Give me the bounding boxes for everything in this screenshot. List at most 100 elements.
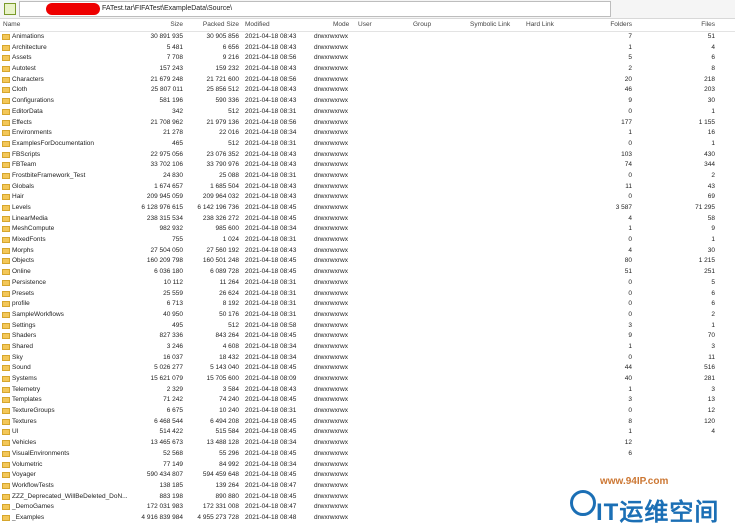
table-row[interactable]: Cloth 25 807 011 25 856 512 2021-04-18 08:4… bbox=[0, 85, 735, 96]
table-row[interactable]: Levels 6 128 976 615 6 142 196 736 2021-04-… bbox=[0, 203, 735, 214]
mode-cell: drwxrwxrwx bbox=[314, 513, 348, 521]
packed-size-cell: 6 494 208 bbox=[210, 417, 239, 425]
table-row[interactable]: Environments 21 278 22 016 2021-04-18 08:34… bbox=[0, 128, 735, 139]
table-row[interactable]: Assets 7 708 9 216 2021-04-18 08:56 drwxrwxr… bbox=[0, 53, 735, 64]
col-name[interactable]: Name bbox=[3, 21, 20, 28]
files-cell: 58 bbox=[707, 214, 715, 222]
table-row[interactable]: Globals 1 674 657 1 685 504 2021-04-18 08:4… bbox=[0, 182, 735, 193]
size-cell: 172 031 983 bbox=[146, 503, 183, 511]
table-row[interactable]: Shared 3 246 4 608 2021-04-18 08:34 drwxrwxr… bbox=[0, 342, 735, 353]
name-cell: Online bbox=[12, 268, 31, 276]
table-row[interactable]: LinearMedia 238 315 534 238 326 272 2021-04… bbox=[0, 214, 735, 225]
table-row[interactable]: UI 514 422 515 584 2021-04-18 08:45 drwxrwxr… bbox=[0, 427, 735, 438]
name-cell: Objects bbox=[12, 257, 35, 265]
size-cell: 755 bbox=[172, 236, 183, 244]
packed-size-cell: 5 143 040 bbox=[210, 364, 239, 372]
size-cell: 5 481 bbox=[166, 43, 183, 51]
table-row[interactable]: Persistence 10 112 11 264 2021-04-18 08:31 d… bbox=[0, 278, 735, 289]
name-cell: Animations bbox=[12, 33, 45, 40]
table-row[interactable]: Telemetry 2 329 3 584 2021-04-18 08:43 drwxr… bbox=[0, 385, 735, 396]
name-cell: WorkflowTests bbox=[12, 481, 54, 489]
name-cell: Architecture bbox=[12, 43, 47, 51]
col-size[interactable]: Size bbox=[170, 21, 183, 28]
mode-cell: drwxrwxrwx bbox=[314, 353, 348, 361]
size-cell: 883 198 bbox=[159, 492, 184, 500]
table-row[interactable]: MeshCompute 982 932 985 600 2021-04-18 08:3… bbox=[0, 224, 735, 235]
table-row[interactable]: Effects 21 708 962 21 979 136 2021-04-18 08… bbox=[0, 118, 735, 129]
table-row[interactable]: Hair 209 945 059 209 964 032 2021-04-18 08:… bbox=[0, 192, 735, 203]
size-cell: 30 891 935 bbox=[150, 33, 183, 40]
col-symbolic-link[interactable]: Symbolic Link bbox=[470, 21, 510, 28]
mode-cell: drwxrwxrwx bbox=[314, 236, 348, 244]
folder-icon bbox=[2, 87, 10, 94]
table-row[interactable]: Morphs 27 504 050 27 560 192 2021-04-18 08:… bbox=[0, 246, 735, 257]
col-files[interactable]: Files bbox=[701, 21, 715, 28]
col-modified[interactable]: Modified bbox=[245, 21, 270, 28]
modified-cell: 2021-04-18 08:45 bbox=[245, 268, 297, 276]
table-row[interactable]: profile 6 713 8 192 2021-04-18 08:31 drwxrwx… bbox=[0, 299, 735, 310]
folder-icon bbox=[2, 140, 10, 147]
file-list: Animations 30 891 935 30 905 856 2021-04-18… bbox=[0, 32, 735, 524]
table-row[interactable]: ExamplesForDocumentation 465 512 2021-04-18… bbox=[0, 139, 735, 150]
table-row[interactable]: Textures 6 468 544 6 494 208 2021-04-18 08:… bbox=[0, 417, 735, 428]
table-row[interactable]: Architecture 5 481 6 656 2021-04-18 08:43 dr… bbox=[0, 43, 735, 54]
table-row[interactable]: Objects 160 209 798 160 501 248 2021-04-18 … bbox=[0, 256, 735, 267]
mode-cell: drwxrwxrwx bbox=[314, 278, 348, 286]
table-row[interactable]: MixedFonts 755 1 024 2021-04-18 08:31 drwxrw… bbox=[0, 235, 735, 246]
col-user[interactable]: User bbox=[358, 21, 372, 28]
col-hard-link[interactable]: Hard Link bbox=[526, 21, 554, 28]
table-row[interactable]: Volumetric 77 149 84 992 2021-04-18 08:34 dr… bbox=[0, 460, 735, 471]
table-row[interactable]: Settings 495 512 2021-04-18 08:58 drwxrwxrwx… bbox=[0, 321, 735, 332]
table-row[interactable]: Configurations 581 196 590 336 2021-04-18 0… bbox=[0, 96, 735, 107]
table-row[interactable]: Presets 25 559 26 624 2021-04-18 08:31 drwxr… bbox=[0, 289, 735, 300]
table-row[interactable]: Shaders 827 336 843 264 2021-04-18 08:45 drw… bbox=[0, 331, 735, 342]
path-field[interactable]: FATest.tar\FIFATest\ExampleData\Source\ bbox=[19, 1, 611, 17]
folders-cell: 5 bbox=[628, 54, 632, 62]
table-row[interactable]: Vehicles 13 465 673 13 488 128 2021-04-18 0… bbox=[0, 438, 735, 449]
table-row[interactable]: Templates 71 242 74 240 2021-04-18 08:45 drw… bbox=[0, 395, 735, 406]
size-cell: 209 945 059 bbox=[146, 193, 183, 201]
table-row[interactable]: FBTeam 33 702 106 33 790 976 2021-04-18 08:… bbox=[0, 160, 735, 171]
table-row[interactable]: Animations 30 891 935 30 905 856 2021-04-18… bbox=[0, 32, 735, 43]
table-row[interactable]: Sky 16 037 18 432 2021-04-18 08:34 drwxrwxrw… bbox=[0, 353, 735, 364]
folder-icon bbox=[2, 205, 10, 211]
address-bar: FATest.tar\FIFATest\ExampleData\Source\ bbox=[0, 0, 735, 19]
col-mode[interactable]: Mode bbox=[333, 21, 349, 28]
folders-cell: 4 bbox=[628, 246, 632, 254]
table-row[interactable]: Autotest 157 243 159 232 2021-04-18 08:43 dr… bbox=[0, 64, 735, 75]
name-cell: Persistence bbox=[12, 278, 46, 286]
name-cell: ExamplesForDocumentation bbox=[12, 139, 95, 147]
name-cell: FBTeam bbox=[12, 161, 37, 169]
folders-cell: 74 bbox=[624, 161, 632, 169]
table-row[interactable]: Systems 15 621 079 15 705 600 2021-04-18 08… bbox=[0, 374, 735, 385]
modified-cell: 2021-04-18 08:43 bbox=[245, 65, 297, 73]
table-row[interactable]: Characters 21 679 248 21 721 600 2021-04-18… bbox=[0, 75, 735, 86]
col-folders[interactable]: Folders bbox=[610, 21, 632, 28]
folder-icon bbox=[2, 504, 10, 511]
table-row[interactable]: Online 6 036 180 6 089 728 2021-04-18 08:45… bbox=[0, 267, 735, 278]
name-cell: SampleWorkflows bbox=[12, 310, 64, 318]
folder-icon bbox=[2, 247, 10, 254]
table-row[interactable]: Sound 5 026 277 5 143 040 2021-04-18 08:45 d… bbox=[0, 363, 735, 374]
modified-cell: 2021-04-18 08:34 bbox=[245, 129, 297, 137]
table-row[interactable]: VisualEnvironments 52 568 55 296 2021-04-18… bbox=[0, 449, 735, 460]
col-packed-size[interactable]: Packed Size bbox=[203, 21, 239, 28]
modified-cell: 2021-04-18 08:56 bbox=[245, 54, 297, 62]
mode-cell: drwxrwxrwx bbox=[314, 118, 348, 126]
modified-cell: 2021-04-18 08:45 bbox=[245, 332, 297, 340]
packed-size-cell: 33 790 976 bbox=[206, 161, 239, 169]
files-cell: 120 bbox=[704, 417, 715, 425]
col-group[interactable]: Group bbox=[413, 21, 431, 28]
files-cell: 5 bbox=[711, 278, 715, 286]
table-row[interactable]: EditorData 342 512 2021-04-18 08:31 drwxrwxr… bbox=[0, 107, 735, 118]
folder-icon bbox=[2, 183, 10, 190]
table-row[interactable]: FrostbiteFramework_Test 24 830 25 088 2021-… bbox=[0, 171, 735, 182]
folder-icon bbox=[2, 333, 10, 340]
table-row[interactable]: FBScripts 22 975 056 23 076 352 2021-04-18 … bbox=[0, 150, 735, 161]
folder-icon bbox=[2, 429, 10, 436]
table-row[interactable]: TextureGroups 6 675 10 240 2021-04-18 08:31… bbox=[0, 406, 735, 417]
name-cell: FBScripts bbox=[12, 150, 41, 158]
table-row[interactable]: SampleWorkflows 40 950 50 176 2021-04-18 08… bbox=[0, 310, 735, 321]
size-cell: 495 bbox=[172, 321, 183, 329]
mode-cell: drwxrwxrwx bbox=[314, 396, 348, 404]
